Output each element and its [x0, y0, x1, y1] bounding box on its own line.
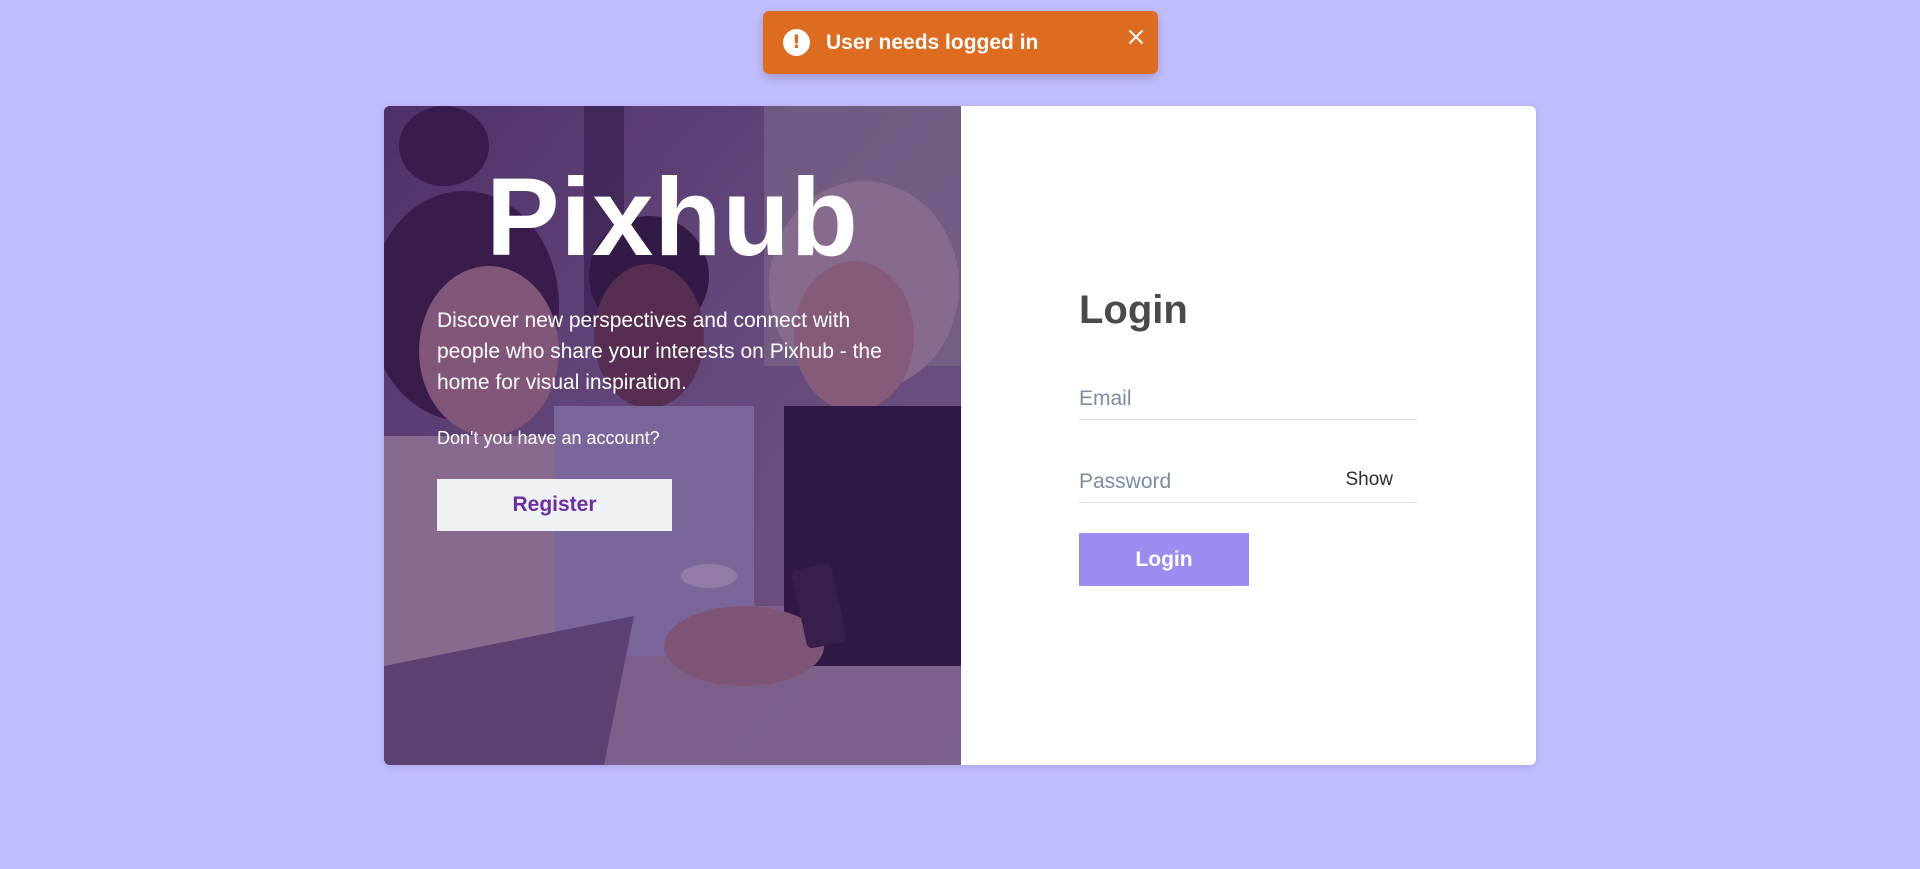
- email-field-wrapper: [1079, 380, 1417, 420]
- password-field-wrapper: Show: [1079, 463, 1417, 503]
- alert-circle-icon: !: [783, 29, 810, 56]
- login-title: Login: [1079, 288, 1188, 332]
- hero-tagline: Discover new perspectives and connect wi…: [437, 309, 882, 394]
- login-button[interactable]: Login: [1079, 533, 1249, 586]
- show-password-button[interactable]: Show: [1345, 469, 1393, 491]
- close-icon[interactable]: [1126, 27, 1146, 47]
- hero-panel: Pixhub Discover new perspectives and con…: [384, 106, 961, 765]
- brand-title: Pixhub: [486, 156, 859, 279]
- no-account-prompt: Don't you have an account?: [437, 428, 660, 448]
- auth-card: Pixhub Discover new perspectives and con…: [384, 106, 1536, 765]
- email-field[interactable]: [1079, 380, 1417, 418]
- toast-notification: ! User needs logged in: [763, 11, 1158, 74]
- register-button[interactable]: Register: [437, 479, 672, 531]
- toast-message: User needs logged in: [826, 31, 1039, 54]
- login-panel: Login Show Login: [961, 106, 1536, 765]
